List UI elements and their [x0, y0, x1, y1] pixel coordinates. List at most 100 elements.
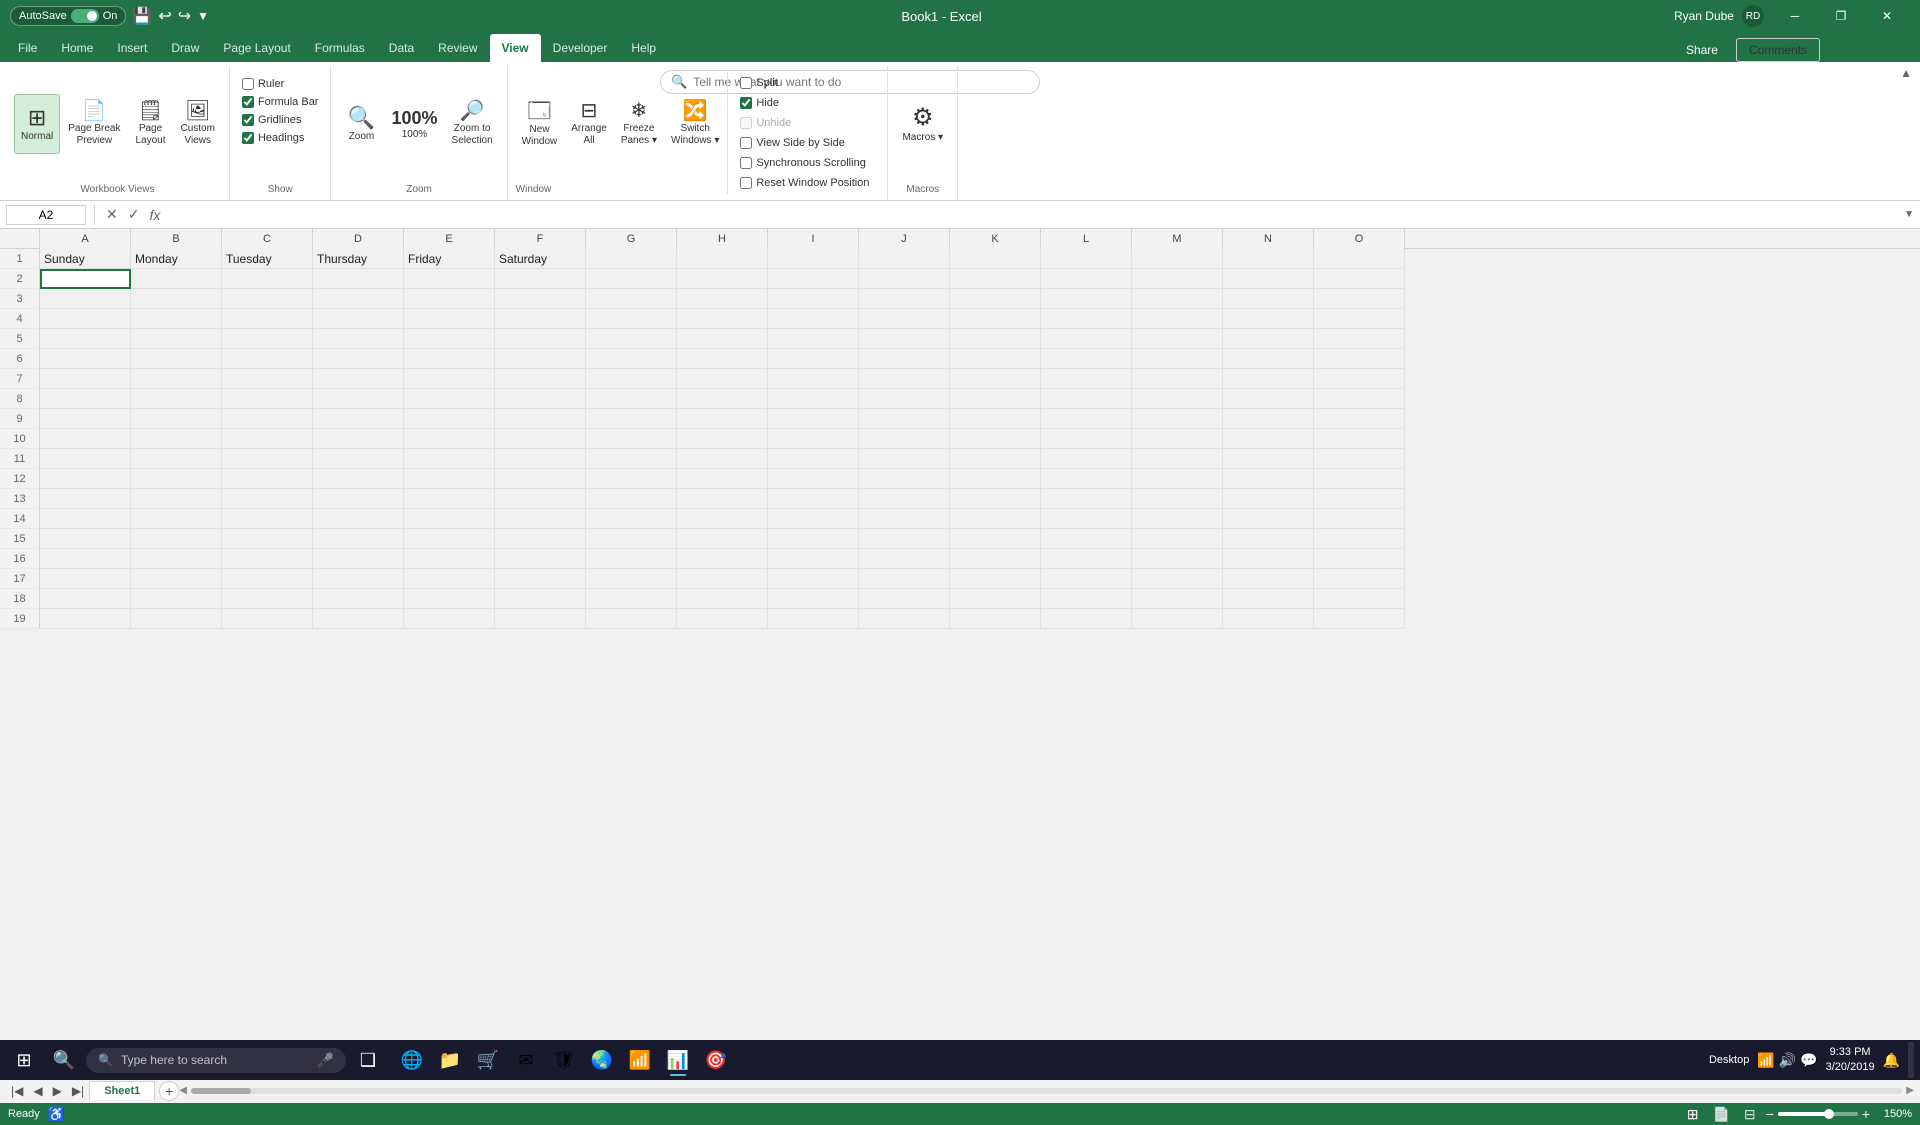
scrollbar-thumb[interactable]: [191, 1088, 251, 1094]
cell-d2[interactable]: [313, 269, 404, 289]
sync-scrolling-check[interactable]: [740, 157, 752, 169]
tab-home[interactable]: Home: [49, 34, 105, 62]
cell-a11[interactable]: [40, 449, 131, 469]
cell-a2[interactable]: [40, 269, 131, 289]
cell-o5[interactable]: [1314, 329, 1405, 349]
cell-l15[interactable]: [1041, 529, 1132, 549]
col-header-h[interactable]: H: [677, 229, 768, 249]
row-num-19[interactable]: 19: [0, 609, 40, 629]
cell-j5[interactable]: [859, 329, 950, 349]
cell-d11[interactable]: [313, 449, 404, 469]
cell-i14[interactable]: [768, 509, 859, 529]
cell-e11[interactable]: [404, 449, 495, 469]
col-header-d[interactable]: D: [313, 229, 404, 249]
row-num-16[interactable]: 16: [0, 549, 40, 569]
col-header-f[interactable]: F: [495, 229, 586, 249]
page-break-view-btn[interactable]: ⊟: [1740, 1104, 1760, 1125]
cell-o17[interactable]: [1314, 569, 1405, 589]
cell-o7[interactable]: [1314, 369, 1405, 389]
cell-l4[interactable]: [1041, 309, 1132, 329]
cell-m8[interactable]: [1132, 389, 1223, 409]
sheet-nav-prev[interactable]: ◀: [28, 1082, 47, 1100]
cell-d15[interactable]: [313, 529, 404, 549]
cell-e7[interactable]: [404, 369, 495, 389]
cell-i15[interactable]: [768, 529, 859, 549]
cell-h18[interactable]: [677, 589, 768, 609]
taskbar-app-browser2[interactable]: 🌏: [584, 1042, 620, 1078]
cell-b12[interactable]: [131, 469, 222, 489]
row-num-18[interactable]: 18: [0, 589, 40, 609]
show-desktop-button[interactable]: [1908, 1042, 1914, 1078]
cell-l9[interactable]: [1041, 409, 1132, 429]
cell-j19[interactable]: [859, 609, 950, 629]
cell-d3[interactable]: [313, 289, 404, 309]
confirm-icon[interactable]: ✓: [125, 206, 143, 223]
row-num-13[interactable]: 13: [0, 489, 40, 509]
col-header-o[interactable]: O: [1314, 229, 1405, 249]
cell-d6[interactable]: [313, 349, 404, 369]
cell-a15[interactable]: [40, 529, 131, 549]
sheet-nav-last[interactable]: ▶|: [67, 1082, 89, 1100]
zoom-minus-button[interactable]: −: [1766, 1106, 1774, 1122]
cell-l10[interactable]: [1041, 429, 1132, 449]
cell-l18[interactable]: [1041, 589, 1132, 609]
taskbar-app-mail[interactable]: ✉: [508, 1042, 544, 1078]
cell-h7[interactable]: [677, 369, 768, 389]
cell-b2[interactable]: [131, 269, 222, 289]
cell-h3[interactable]: [677, 289, 768, 309]
cell-b16[interactable]: [131, 549, 222, 569]
cell-b9[interactable]: [131, 409, 222, 429]
cell-m11[interactable]: [1132, 449, 1223, 469]
reset-window-button[interactable]: Reset Window Position: [734, 174, 875, 192]
cell-k12[interactable]: [950, 469, 1041, 489]
save-icon[interactable]: 💾: [132, 6, 152, 26]
cortana-search-icon[interactable]: 🔍: [46, 1042, 82, 1078]
cell-d14[interactable]: [313, 509, 404, 529]
cell-o4[interactable]: [1314, 309, 1405, 329]
cell-n1[interactable]: [1223, 249, 1314, 269]
cell-n10[interactable]: [1223, 429, 1314, 449]
row-num-3[interactable]: 3: [0, 289, 40, 309]
cell-f1[interactable]: Saturday: [495, 249, 586, 269]
new-window-button[interactable]: 🗔 NewWindow: [516, 94, 564, 154]
cell-k2[interactable]: [950, 269, 1041, 289]
cell-h2[interactable]: [677, 269, 768, 289]
cell-i17[interactable]: [768, 569, 859, 589]
cell-m10[interactable]: [1132, 429, 1223, 449]
col-header-n[interactable]: N: [1223, 229, 1314, 249]
close-button[interactable]: ✕: [1864, 0, 1910, 32]
zoom-100-button[interactable]: 100% 100%: [385, 94, 443, 154]
notification-center-icon[interactable]: 💬: [1800, 1052, 1817, 1069]
cell-l13[interactable]: [1041, 489, 1132, 509]
cell-b10[interactable]: [131, 429, 222, 449]
cell-d19[interactable]: [313, 609, 404, 629]
cell-l17[interactable]: [1041, 569, 1132, 589]
cell-n15[interactable]: [1223, 529, 1314, 549]
cell-n4[interactable]: [1223, 309, 1314, 329]
taskbar-search-box[interactable]: 🔍 Type here to search 🎤: [86, 1048, 346, 1073]
cell-a8[interactable]: [40, 389, 131, 409]
sheet-nav-first[interactable]: |◀: [6, 1082, 28, 1100]
cell-j7[interactable]: [859, 369, 950, 389]
cell-m14[interactable]: [1132, 509, 1223, 529]
cell-g15[interactable]: [586, 529, 677, 549]
cell-b4[interactable]: [131, 309, 222, 329]
cell-h12[interactable]: [677, 469, 768, 489]
cell-g19[interactable]: [586, 609, 677, 629]
cell-i19[interactable]: [768, 609, 859, 629]
cell-c7[interactable]: [222, 369, 313, 389]
cell-d5[interactable]: [313, 329, 404, 349]
cell-g6[interactable]: [586, 349, 677, 369]
network-icon[interactable]: 📶: [1757, 1052, 1774, 1069]
cell-d9[interactable]: [313, 409, 404, 429]
name-box[interactable]: A2: [6, 205, 86, 225]
cell-l7[interactable]: [1041, 369, 1132, 389]
cell-h6[interactable]: [677, 349, 768, 369]
cell-a19[interactable]: [40, 609, 131, 629]
row-num-15[interactable]: 15: [0, 529, 40, 549]
cell-d1[interactable]: Thursday: [313, 249, 404, 269]
unhide-button[interactable]: Unhide: [734, 114, 875, 132]
cell-e13[interactable]: [404, 489, 495, 509]
cell-m3[interactable]: [1132, 289, 1223, 309]
hide-button[interactable]: Hide: [734, 94, 875, 112]
